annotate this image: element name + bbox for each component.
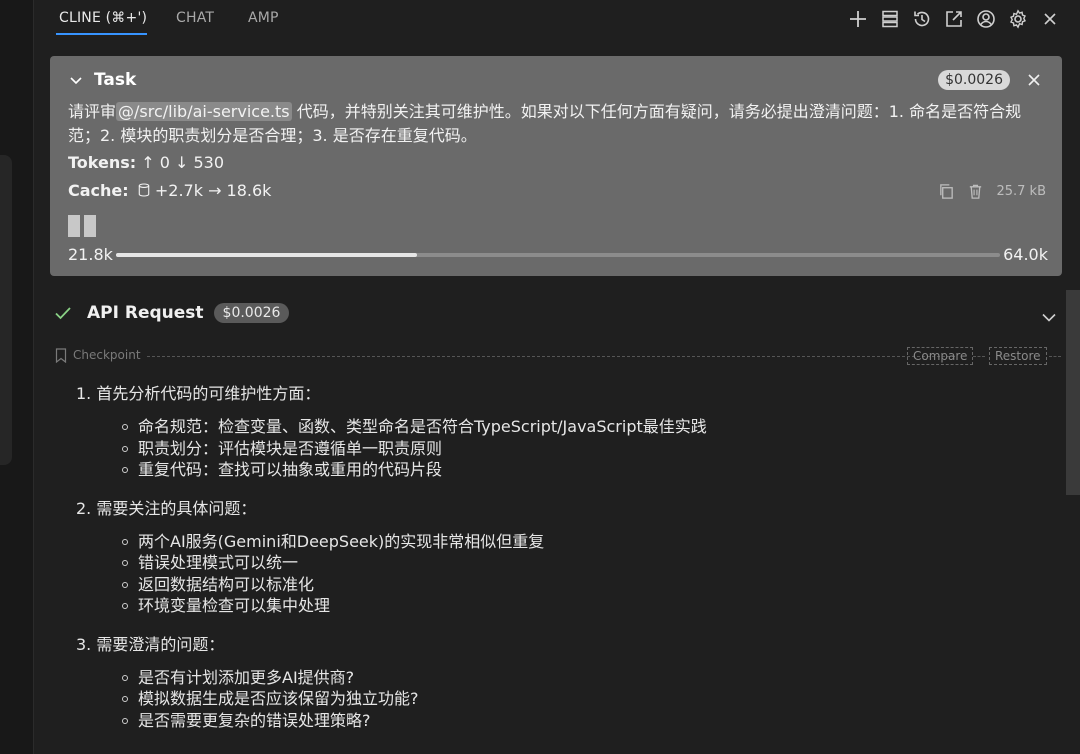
close-task-icon[interactable] xyxy=(1025,71,1043,89)
task-card: Task $0.0026 请评审 @/src/lib/ai-service.ts … xyxy=(50,56,1062,276)
list-item: 命名规范：检查变量、函数、类型命名是否符合TypeScript/JavaScri… xyxy=(76,416,1056,438)
cache-value: +2.7k → 18.6k xyxy=(154,181,272,200)
list-item: 错误处理模式可以统一 xyxy=(76,552,1056,574)
close-icon[interactable] xyxy=(1038,7,1062,31)
tab-cline[interactable]: CLINE (⌘+') xyxy=(59,10,147,26)
file-mention[interactable]: @/src/lib/ai-service.ts xyxy=(116,102,292,121)
task-header[interactable]: Task xyxy=(68,70,136,90)
context-window-fill xyxy=(116,253,417,257)
check-icon xyxy=(55,307,71,320)
task-cost-badge: $0.0026 xyxy=(938,70,1010,90)
section-list: 命名规范：检查变量、函数、类型命名是否符合TypeScript/JavaScri… xyxy=(76,416,1056,481)
tokens-row: Tokens: ↑ 0 ↓ 530 xyxy=(68,153,224,172)
checkpoint-divider xyxy=(973,356,985,357)
list-item: 环境变量检查可以集中处理 xyxy=(76,595,1056,617)
pause-icon xyxy=(68,215,96,237)
list-item: 模拟数据生成是否应该保留为独立功能? xyxy=(76,688,1056,710)
list-item: 是否需要更复杂的错误处理策略? xyxy=(76,710,1056,732)
context-used: 21.8k xyxy=(68,245,113,264)
cache-row: Cache: +2.7k → 18.6k xyxy=(68,181,271,200)
editor-scroll-shadow xyxy=(0,155,12,465)
settings-icon[interactable] xyxy=(1006,7,1030,31)
list-item: 职责划分：评估模块是否遵循单一职责原则 xyxy=(76,438,1056,460)
cache-label: Cache: xyxy=(68,181,129,200)
account-icon[interactable] xyxy=(974,7,998,31)
task-actions: 25.7 kB xyxy=(938,183,1046,200)
section-heading: 1. 首先分析代码的可维护性方面： xyxy=(76,384,321,403)
open-external-icon[interactable] xyxy=(942,7,966,31)
response-content: 1. 首先分析代码的可维护性方面： 命名规范：检查变量、函数、类型命名是否符合T… xyxy=(76,380,1056,731)
task-description: 请评审 @/src/lib/ai-service.ts 代码，并特别关注其可维护性… xyxy=(68,100,1048,148)
tab-amp[interactable]: AMP xyxy=(248,10,279,26)
section-list: 两个AI服务(Gemini和DeepSeek)的实现非常相似但重复 错误处理模式… xyxy=(76,531,1056,617)
checkpoint-row: Checkpoint Compare Restore xyxy=(55,346,1062,366)
section-list: 是否有计划添加更多AI提供商? 模拟数据生成是否应该保留为独立功能? 是否需要更… xyxy=(76,667,1056,732)
list-item: 重复代码：查找可以抽象或重用的代码片段 xyxy=(76,459,1056,481)
checkpoint-label: Checkpoint xyxy=(73,348,141,362)
active-tab-indicator xyxy=(56,33,147,35)
task-text-before: 请评审 xyxy=(68,102,117,121)
cline-panel: CLINE (⌘+') CHAT AMP Task $0.0026 请评审 @/… xyxy=(0,0,1080,754)
section-heading: 2. 需要关注的具体问题： xyxy=(76,498,257,518)
chevron-down-icon[interactable] xyxy=(1040,308,1058,326)
tab-chat[interactable]: CHAT xyxy=(176,10,214,26)
compare-button[interactable]: Compare xyxy=(907,347,974,365)
context-window-bar xyxy=(116,253,1000,257)
copy-icon[interactable] xyxy=(938,183,955,200)
checkpoint-divider xyxy=(1049,356,1061,357)
trash-icon[interactable] xyxy=(967,183,984,200)
task-size: 25.7 kB xyxy=(996,184,1046,199)
api-request-cost: $0.0026 xyxy=(213,303,290,323)
chevron-down-icon[interactable] xyxy=(68,72,84,88)
list-item: 两个AI服务(Gemini和DeepSeek)的实现非常相似但重复 xyxy=(76,531,1056,553)
checkpoint-divider xyxy=(147,356,955,357)
scrollbar-thumb[interactable] xyxy=(1066,290,1080,495)
bookmark-icon xyxy=(55,348,67,363)
list-item: 返回数据结构可以标准化 xyxy=(76,574,1056,596)
restore-button[interactable]: Restore xyxy=(989,347,1047,365)
plus-icon[interactable] xyxy=(846,7,870,31)
tokens-label: Tokens: xyxy=(68,153,137,172)
header-actions xyxy=(846,6,1062,32)
list-item: 是否有计划添加更多AI提供商? xyxy=(76,667,1056,689)
api-request-row[interactable]: API Request $0.0026 xyxy=(53,303,290,323)
api-request-title: API Request xyxy=(87,303,204,323)
section-heading: 3. 需要澄清的问题： xyxy=(76,634,225,654)
database-icon xyxy=(138,183,150,197)
task-title: Task xyxy=(94,70,137,90)
server-icon[interactable] xyxy=(878,7,902,31)
context-total: 64.0k xyxy=(1003,245,1048,264)
tokens-value: ↑ 0 ↓ 530 xyxy=(141,153,225,172)
history-icon[interactable] xyxy=(910,7,934,31)
